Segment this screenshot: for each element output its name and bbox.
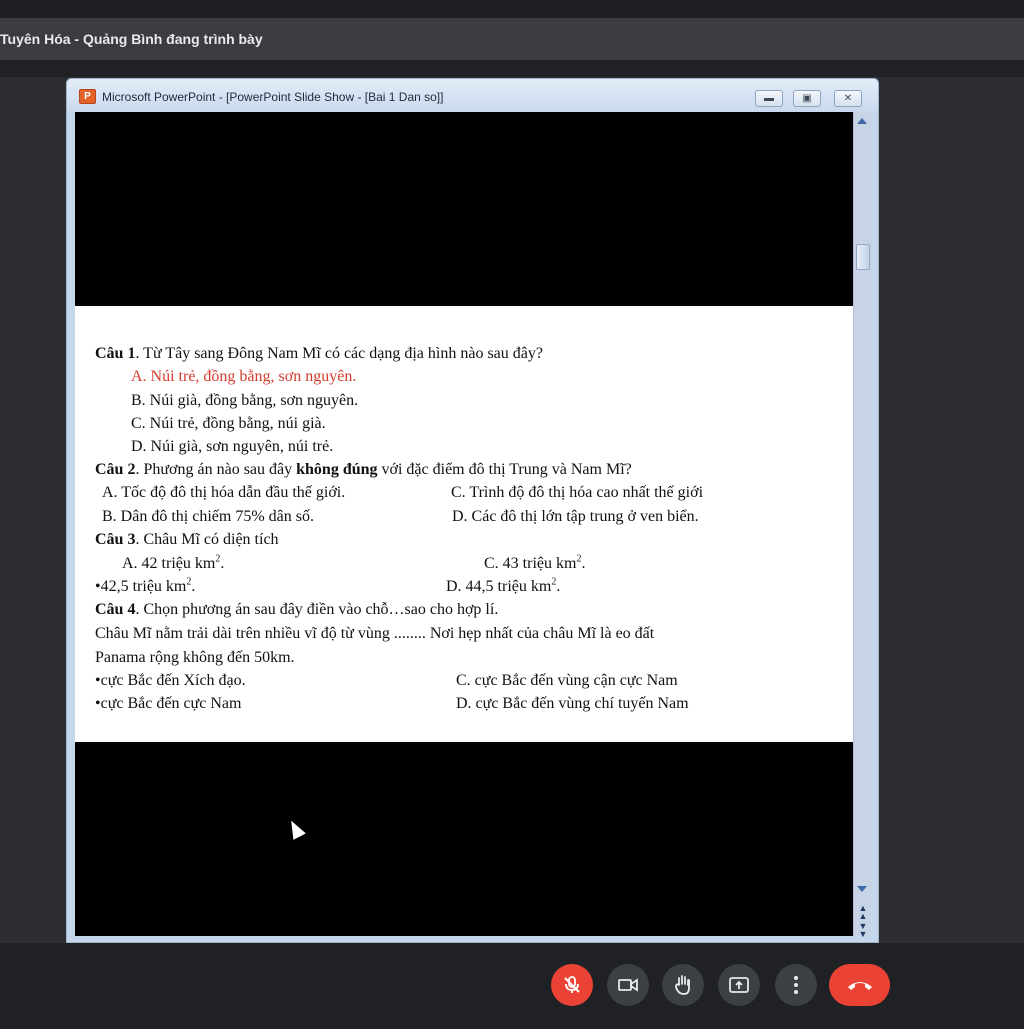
- question-3-answer-a-text: A. 42 triệu km: [122, 555, 216, 572]
- question-3-label: Câu 3: [95, 531, 136, 548]
- raise-hand-button[interactable]: [662, 964, 704, 1006]
- minimize-icon: ▬: [764, 93, 774, 104]
- question-4-body-line-1: Châu Mĩ nằm trải dài trên nhiều vĩ độ từ…: [95, 625, 655, 642]
- camera-toggle-button[interactable]: [607, 964, 649, 1006]
- presenter-banner: Tuyên Hóa - Quảng Bình đang trình bày: [0, 18, 1024, 60]
- close-button[interactable]: ✕: [834, 90, 862, 107]
- close-icon: ✕: [843, 93, 853, 104]
- restore-icon: ▣: [802, 93, 812, 104]
- question-2: Câu 2. Phương án nào sau đây không đúng …: [95, 460, 632, 480]
- question-4: Câu 4. Chọn phương án sau đây điền vào c…: [95, 600, 498, 620]
- mic-toggle-button[interactable]: [551, 964, 593, 1006]
- question-3: Câu 3. Châu Mĩ có diện tích: [95, 530, 279, 550]
- question-1-text: . Từ Tây sang Đông Nam Mĩ có các dạng đị…: [135, 345, 543, 362]
- period: .: [191, 578, 196, 595]
- slide: Câu 1. Từ Tây sang Đông Nam Mĩ có các dạ…: [75, 306, 853, 742]
- question-2-answer-b: B. Dân đô thị chiếm 75% dân số.: [102, 508, 314, 525]
- question-4-answer-a: •cực Bắc đến Xích đạo.: [95, 672, 246, 689]
- question-1-answer-c: C. Núi trẻ, đồng bằng, núi già.: [131, 415, 326, 432]
- question-1-answer-a: A. Núi trẻ, đồng bằng, sơn nguyên.: [131, 368, 357, 385]
- present-icon: [729, 977, 749, 993]
- previous-page-icon[interactable]: ▲ ▲: [858, 904, 868, 921]
- question-3-answer-c: C. 43 triệu km2.: [484, 554, 585, 574]
- question-3-answer-d: D. 44,5 triệu km2.: [446, 577, 560, 597]
- window-titlebar[interactable]: P Microsoft PowerPoint - [PowerPoint Sli…: [67, 79, 878, 112]
- present-now-button[interactable]: [718, 964, 760, 1006]
- raise-hand-icon: [675, 975, 690, 995]
- question-3-answer-d-text: D. 44,5 triệu km: [446, 578, 552, 595]
- scroll-thumb[interactable]: [856, 244, 870, 270]
- question-3-answer-b: •42,5 triệu km2.: [95, 577, 195, 597]
- question-2-text-post: với đặc điểm đô thị Trung và Nam Mĩ?: [377, 461, 632, 478]
- period: .: [581, 555, 586, 572]
- period: .: [556, 578, 561, 595]
- minimize-button[interactable]: ▬: [755, 90, 783, 107]
- question-4-answer-c: C. cực Bắc đến vùng cận cực Nam: [456, 672, 678, 689]
- mic-off-icon: [564, 976, 580, 993]
- end-call-button[interactable]: [829, 964, 890, 1006]
- more-options-button[interactable]: [775, 964, 817, 1006]
- question-3-answer-a: A. 42 triệu km2.: [122, 554, 224, 574]
- question-3-answer-b-text: •42,5 triệu km: [95, 578, 187, 595]
- question-2-text-pre: . Phương án nào sau đây: [135, 461, 297, 478]
- slide-viewport: Câu 1. Từ Tây sang Đông Nam Mĩ có các dạ…: [75, 112, 853, 936]
- powerpoint-window: P Microsoft PowerPoint - [PowerPoint Sli…: [66, 78, 879, 943]
- question-3-answer-c-text: C. 43 triệu km: [484, 555, 577, 572]
- end-call-icon: [847, 982, 872, 990]
- scroll-up-icon[interactable]: [857, 118, 867, 124]
- scroll-down-icon[interactable]: [857, 886, 867, 892]
- meeting-controls: [0, 943, 1024, 1029]
- question-2-answer-c: C. Trình độ đô thị hóa cao nhất thế giới: [451, 484, 704, 501]
- question-4-answer-d: D. cực Bắc đến vùng chí tuyến Nam: [456, 695, 689, 712]
- question-2-label: Câu 2: [95, 461, 136, 478]
- question-4-answer-b: •cực Bắc đến cực Nam: [95, 695, 242, 712]
- question-2-answer-d: D. Các đô thị lớn tập trung ở ven biển.: [452, 508, 699, 525]
- question-3-text: . Châu Mĩ có diện tích: [135, 531, 279, 548]
- top-bar: [0, 0, 1024, 18]
- question-4-label: Câu 4: [95, 601, 136, 618]
- question-2-emphasis: không đúng: [296, 461, 378, 478]
- question-2-answer-a: A. Tốc độ đô thị hóa dẫn đầu thế giới.: [102, 484, 346, 501]
- powerpoint-app-icon: P: [79, 89, 96, 104]
- banner-divider: [0, 60, 1024, 77]
- question-1-answer-b: B. Núi già, đồng bằng, sơn nguyên.: [131, 392, 359, 409]
- window-title: Microsoft PowerPoint - [PowerPoint Slide…: [102, 90, 444, 104]
- restore-button[interactable]: ▣: [793, 90, 821, 107]
- presenter-banner-text: Tuyên Hóa - Quảng Bình đang trình bày: [0, 31, 263, 47]
- question-4-body-line-2: Panama rộng không đến 50km.: [95, 649, 295, 666]
- next-page-icon[interactable]: ▼ ▼: [858, 922, 868, 939]
- vertical-scrollbar[interactable]: ▲ ▲ ▼ ▼: [853, 112, 872, 939]
- period: .: [220, 555, 225, 572]
- question-1-label: Câu 1: [95, 345, 136, 362]
- question-1: Câu 1. Từ Tây sang Đông Nam Mĩ có các dạ…: [95, 344, 543, 364]
- question-1-answer-d: D. Núi già, sơn nguyên, núi trẻ.: [131, 438, 334, 455]
- question-4-text: . Chọn phương án sau đây điền vào chỗ…sa…: [135, 601, 499, 618]
- more-icon: [794, 976, 798, 994]
- camera-icon: [618, 978, 638, 992]
